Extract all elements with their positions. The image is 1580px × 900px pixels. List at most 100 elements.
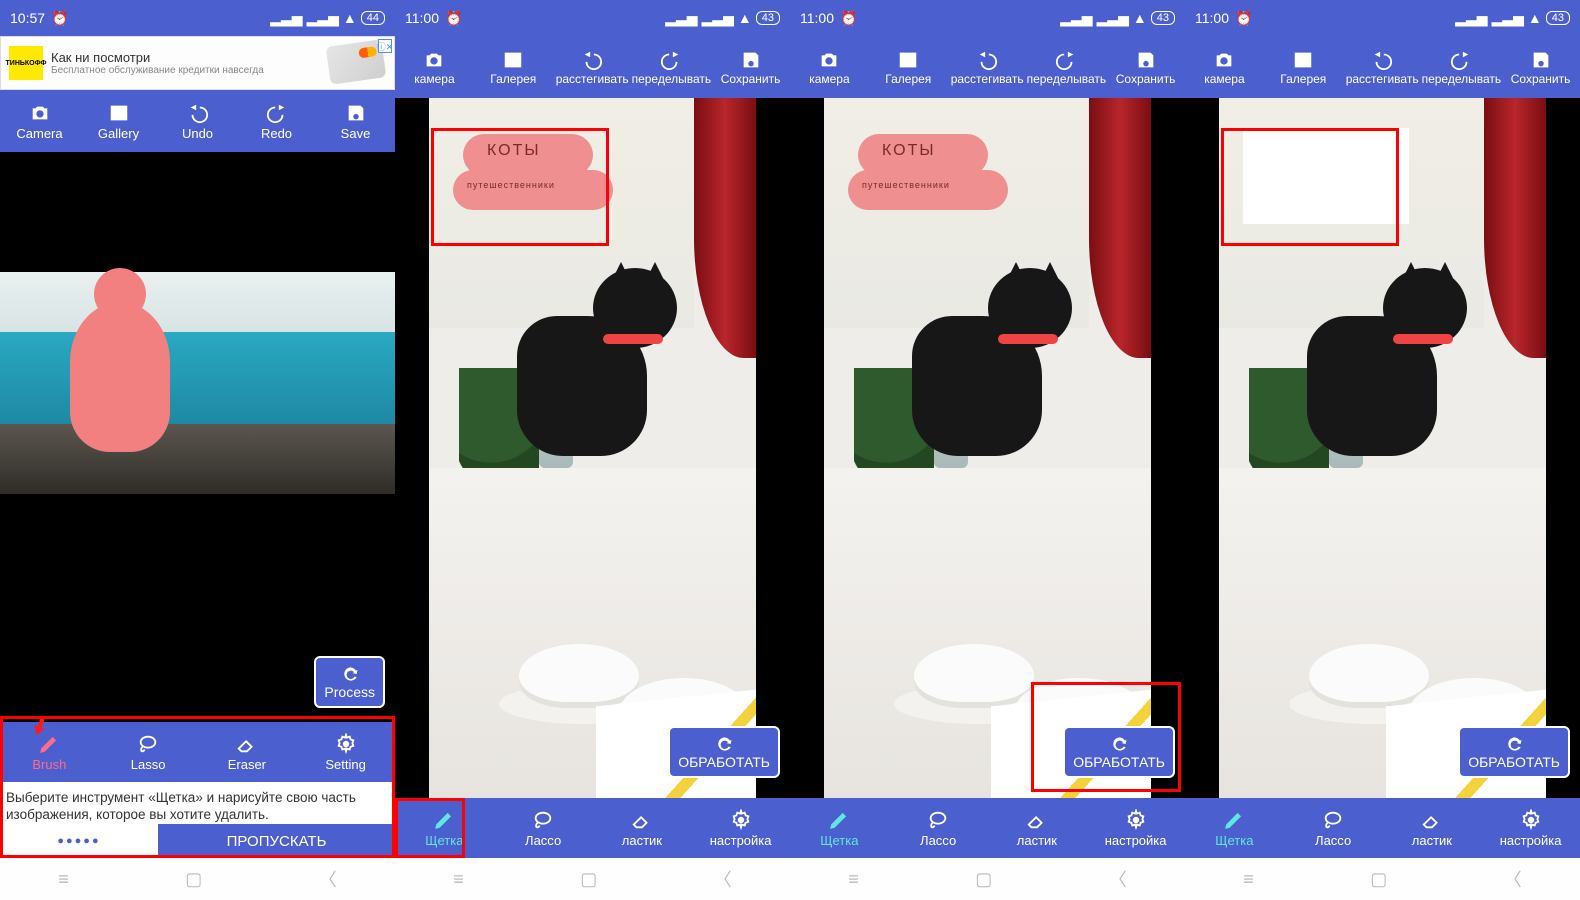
camera-button[interactable]: Camera — [0, 90, 79, 152]
process-button[interactable]: ОБРАБОТАТЬ — [668, 726, 780, 778]
page-indicator-dots: ●●●●● — [0, 831, 158, 851]
status-bar: 11:00⏰ ▂▃▅▂▃▅▲43 — [1185, 0, 1580, 36]
brush-icon — [828, 809, 850, 831]
gear-icon — [1125, 809, 1147, 831]
camera-button[interactable]: камера — [790, 36, 869, 98]
wifi-icon: ▲ — [343, 10, 357, 26]
ad-banner[interactable]: ТИНЬКОФФ Как ни посмотри Бесплатное обсл… — [0, 36, 395, 90]
gear-icon — [335, 733, 357, 755]
eraser-tool-button[interactable]: ластик — [1383, 798, 1482, 858]
gallery-button[interactable]: Gallery — [79, 90, 158, 152]
camera-button[interactable]: камера — [1185, 36, 1264, 98]
pointer-arrow-icon — [28, 710, 54, 736]
nav-home-icon[interactable]: ▢ — [1370, 869, 1387, 890]
settings-button[interactable]: настройка — [1481, 798, 1580, 858]
image-canvas[interactable]: КОТЫ путешественники ОБРАБОТАТЬ — [395, 98, 790, 798]
gallery-button[interactable]: Галерея — [474, 36, 553, 98]
nav-recent-icon[interactable]: ≡ — [848, 869, 859, 890]
redo-icon — [660, 49, 682, 71]
ad-brand-logo: ТИНЬКОФФ — [9, 46, 43, 80]
eraser-tool-button[interactable]: ластик — [988, 798, 1087, 858]
save-button[interactable]: Сохранить — [1106, 36, 1185, 98]
settings-button[interactable]: настройка — [691, 798, 790, 858]
status-bar: 11:00⏰ ▂▃▅▂▃▅▲43 — [790, 0, 1185, 36]
bottom-toolbar: Щетка Лассо ластик настройка — [1185, 798, 1580, 858]
screenshot-4: 11:00⏰ ▂▃▅▂▃▅▲43 камера Галерея расстеги… — [1185, 0, 1580, 900]
refresh-icon — [339, 664, 361, 684]
image-icon — [897, 49, 919, 71]
undo-button[interactable]: расстегивать — [1343, 36, 1422, 98]
image-canvas[interactable]: ОБРАБОТАТЬ — [1185, 98, 1580, 798]
redo-button[interactable]: переделывать — [1027, 36, 1107, 98]
lasso-icon — [137, 733, 159, 755]
cat-image — [1297, 268, 1477, 468]
bottom-toolbar: Щетка Лассо ластик настройка — [790, 798, 1185, 858]
settings-button[interactable]: настройка — [1086, 798, 1185, 858]
brush-tool-button[interactable]: Щетка — [395, 798, 494, 858]
lasso-tool-button[interactable]: Лассо — [889, 798, 988, 858]
nav-recent-icon[interactable]: ≡ — [58, 869, 69, 890]
alarm-icon: ⏰ — [840, 10, 857, 27]
battery-indicator: 43 — [1151, 11, 1175, 25]
process-button[interactable]: ОБРАБОТАТЬ — [1063, 726, 1175, 778]
camera-button[interactable]: камера — [395, 36, 474, 98]
signal-icon: ▂▃▅ — [1455, 10, 1487, 27]
gallery-button[interactable]: Галерея — [1264, 36, 1343, 98]
process-button[interactable]: Process — [314, 656, 385, 708]
lasso-tool-button[interactable]: Лассо — [1284, 798, 1383, 858]
gallery-button[interactable]: Галерея — [869, 36, 948, 98]
nav-back-icon[interactable]: 〈 — [319, 866, 337, 892]
redo-button[interactable]: переделывать — [632, 36, 712, 98]
redo-button[interactable]: переделывать — [1422, 36, 1502, 98]
signal-icon: ▂▃▅ — [665, 10, 697, 27]
ad-close-icon[interactable]: ⓘ✕ — [378, 39, 392, 53]
undo-button[interactable]: Undo — [158, 90, 237, 152]
android-nav-bar: ≡ ▢ 〈 — [790, 858, 1185, 900]
nav-recent-icon[interactable]: ≡ — [1243, 869, 1254, 890]
process-button[interactable]: ОБРАБОТАТЬ — [1458, 726, 1570, 778]
nav-back-icon[interactable]: 〈 — [1504, 866, 1522, 892]
image-icon — [108, 102, 130, 124]
nav-back-icon[interactable]: 〈 — [1109, 866, 1127, 892]
camera-icon — [818, 49, 840, 71]
lasso-tool-button[interactable]: Lasso — [99, 722, 198, 782]
skip-button[interactable]: ПРОПУСКАТЬ — [158, 824, 395, 858]
undo-button[interactable]: расстегивать — [553, 36, 632, 98]
camera-icon — [423, 49, 445, 71]
nav-home-icon[interactable]: ▢ — [185, 869, 202, 890]
save-button[interactable]: Сохранить — [711, 36, 790, 98]
nav-home-icon[interactable]: ▢ — [580, 869, 597, 890]
lasso-icon — [532, 809, 554, 831]
nav-recent-icon[interactable]: ≡ — [453, 869, 464, 890]
status-time: 10:57 — [10, 10, 45, 26]
status-time: 11:00 — [405, 10, 439, 26]
brush-tool-button[interactable]: Щетка — [1185, 798, 1284, 858]
android-nav-bar: ≡ ▢ 〈 — [0, 858, 395, 900]
gear-icon — [730, 809, 752, 831]
image-canvas[interactable]: Process — [0, 152, 395, 722]
brush-icon — [433, 809, 455, 831]
nav-back-icon[interactable]: 〈 — [714, 866, 732, 892]
bottom-toolbar: Brush Lasso Eraser Setting — [0, 722, 395, 782]
lasso-icon — [1322, 809, 1344, 831]
undo-button[interactable]: расстегивать — [948, 36, 1027, 98]
eraser-tool-button[interactable]: ластик — [593, 798, 692, 858]
screenshot-2: 11:00⏰ ▂▃▅▂▃▅▲43 камера Галерея расстеги… — [395, 0, 790, 900]
save-icon — [1530, 49, 1552, 71]
redo-button[interactable]: Redo — [237, 90, 316, 152]
redo-icon — [266, 102, 288, 124]
settings-button[interactable]: Setting — [296, 722, 395, 782]
save-icon — [1135, 49, 1157, 71]
eraser-tool-button[interactable]: Eraser — [198, 722, 297, 782]
lasso-icon — [927, 809, 949, 831]
save-button[interactable]: Сохранить — [1501, 36, 1580, 98]
nav-home-icon[interactable]: ▢ — [975, 869, 992, 890]
brush-tool-button[interactable]: Щетка — [790, 798, 889, 858]
screenshot-3: 11:00⏰ ▂▃▅▂▃▅▲43 камера Галерея расстеги… — [790, 0, 1185, 900]
undo-icon — [187, 102, 209, 124]
eraser-icon — [1421, 809, 1443, 831]
refresh-icon — [1108, 734, 1130, 754]
save-button[interactable]: Save — [316, 90, 395, 152]
lasso-tool-button[interactable]: Лассо — [494, 798, 593, 858]
image-canvas[interactable]: КОТЫ путешественники ОБРАБОТАТЬ — [790, 98, 1185, 798]
